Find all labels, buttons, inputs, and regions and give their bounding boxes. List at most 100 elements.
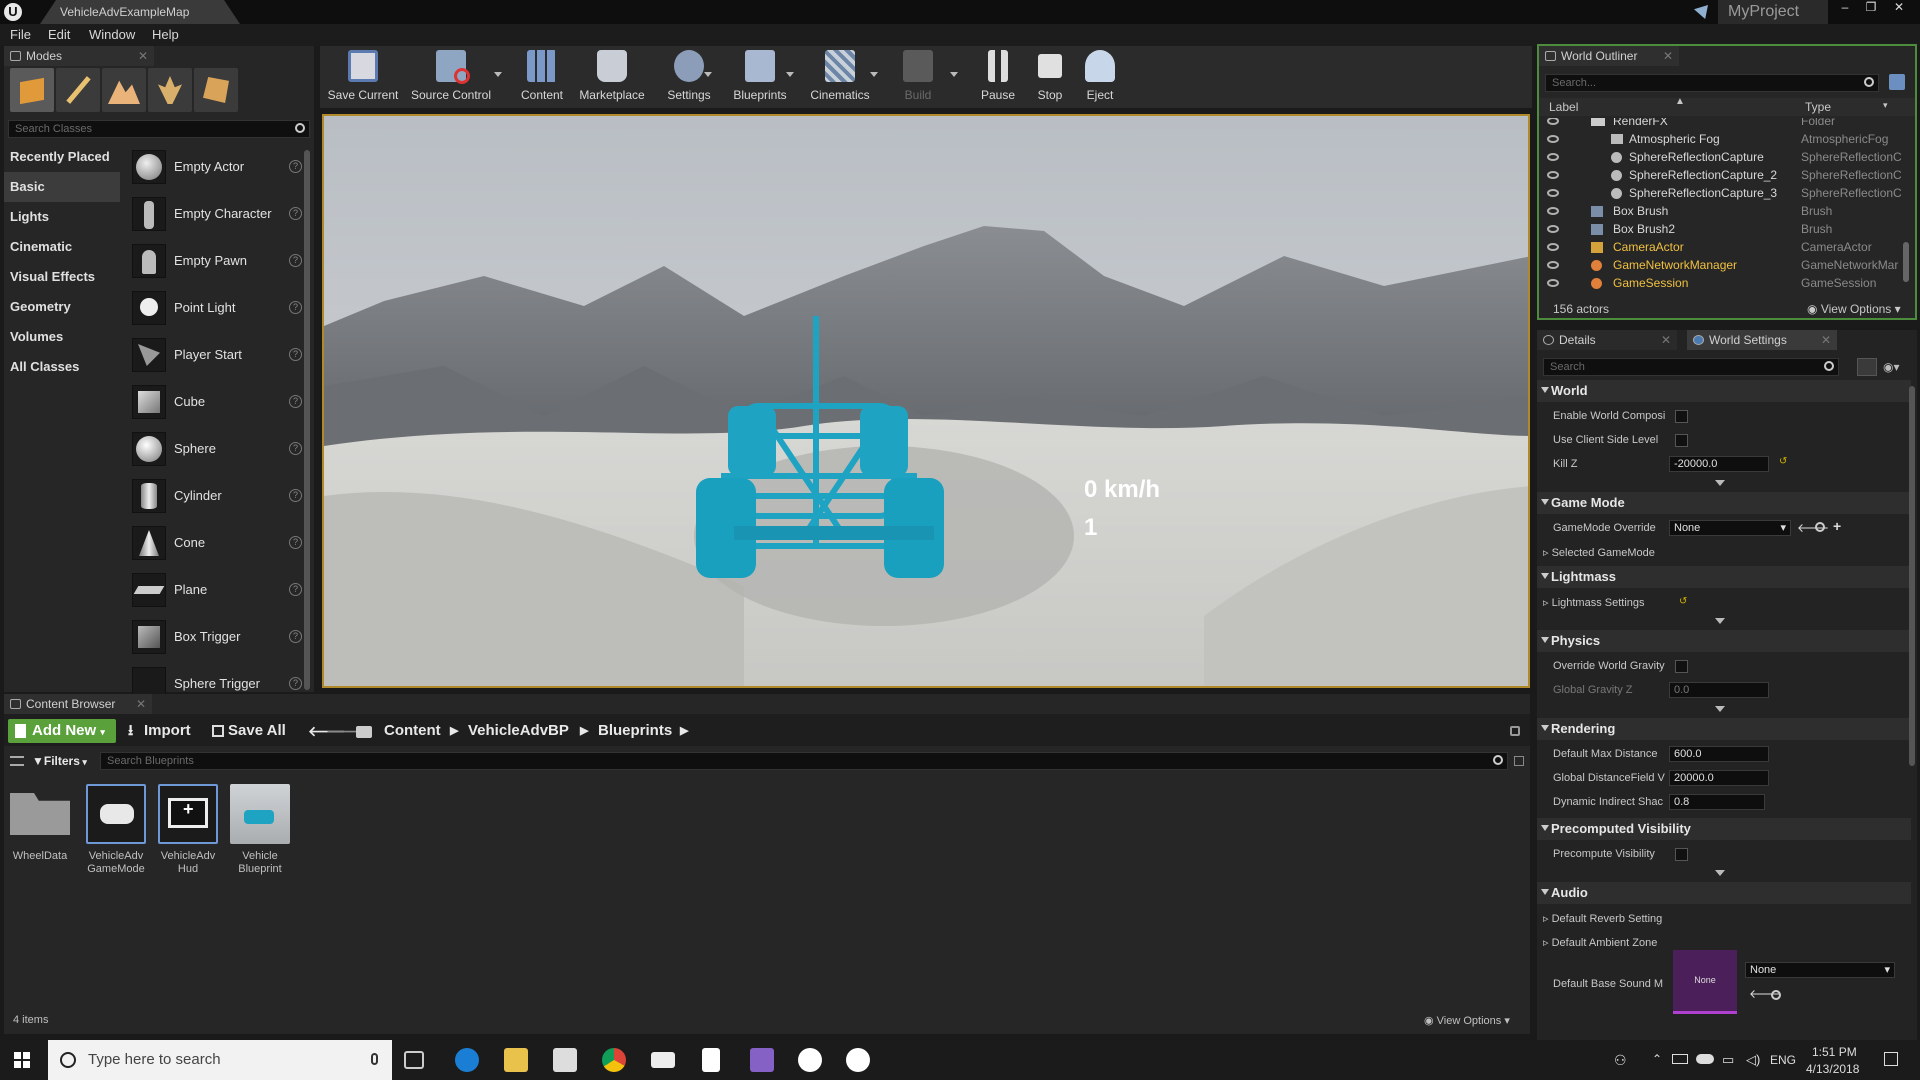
section-audio[interactable]: Audio — [1537, 882, 1911, 904]
search-blueprints-input[interactable]: Search Blueprints — [100, 752, 1508, 770]
prop-selected-gamemode[interactable]: ▹ Selected GameMode — [1543, 546, 1683, 559]
visibility-eye-icon[interactable] — [1547, 153, 1559, 161]
visibility-eye-icon[interactable] — [1547, 261, 1559, 269]
details-scrollbar[interactable] — [1909, 386, 1915, 766]
kill-z-field[interactable]: -20000.0 — [1669, 456, 1769, 472]
precompute-visibility-checkbox[interactable] — [1675, 848, 1688, 861]
menu-help[interactable]: Help — [152, 27, 179, 42]
lock-icon[interactable] — [1510, 726, 1520, 736]
placeable-scrollbar[interactable] — [304, 150, 310, 690]
breadcrumb-blueprints[interactable]: Blueprints — [598, 719, 672, 743]
help-icon[interactable]: ? — [289, 160, 302, 173]
help-icon[interactable]: ? — [289, 254, 302, 267]
tab-content-browser[interactable]: Content Browser ✕ — [4, 694, 152, 714]
stop-button[interactable]: Stop — [1028, 46, 1072, 108]
outliner-row[interactable]: SphereReflectionCapture_3 SphereReflectio… — [1539, 184, 1915, 202]
close-tab-icon[interactable]: ✕ — [1821, 330, 1831, 350]
use-client-side-level-checkbox[interactable] — [1675, 434, 1688, 447]
asset-vehicle-blueprint[interactable]: Vehicle Blueprint — [228, 784, 292, 876]
help-icon[interactable]: ? — [289, 207, 302, 220]
place-cylinder[interactable]: Cylinder? — [126, 473, 306, 520]
store-icon[interactable] — [553, 1048, 577, 1072]
asset-vehicleadv-hud[interactable]: + VehicleAdv Hud — [156, 784, 220, 876]
microphone-icon[interactable] — [371, 1053, 378, 1065]
content-button[interactable]: Content — [516, 46, 568, 108]
place-cone[interactable]: Cone? — [126, 520, 306, 567]
property-matrix-icon[interactable] — [1857, 358, 1877, 376]
place-empty-character[interactable]: Empty Character? — [126, 191, 306, 238]
visibility-eye-icon[interactable] — [1547, 118, 1559, 125]
section-lightmass[interactable]: Lightmass — [1537, 566, 1911, 588]
blueprints-dropdown-icon[interactable] — [786, 72, 794, 77]
visibility-eye-icon[interactable] — [1547, 225, 1559, 233]
cinematics-button[interactable]: Cinematics — [804, 46, 876, 108]
prop-lightmass-settings[interactable]: ▹ Lightmass Settings — [1543, 596, 1683, 609]
close-tab-icon[interactable]: ✕ — [138, 46, 148, 66]
tab-details[interactable]: Details ✕ — [1537, 330, 1677, 350]
file-explorer-icon[interactable] — [504, 1048, 528, 1072]
document-icon[interactable] — [702, 1048, 720, 1072]
outliner-row[interactable]: GameSession GameSession — [1539, 274, 1915, 292]
geometry-mode-button[interactable] — [194, 68, 238, 112]
clock-date[interactable]: 4/13/2018 — [1806, 1062, 1859, 1076]
add-icon[interactable]: + — [1833, 518, 1841, 534]
build-dropdown-icon[interactable] — [950, 72, 958, 77]
windows-start-icon[interactable] — [14, 1052, 30, 1068]
place-plane[interactable]: Plane? — [126, 567, 306, 614]
section-world[interactable]: World — [1537, 380, 1911, 402]
place-box-trigger[interactable]: Box Trigger? — [126, 614, 306, 661]
help-icon[interactable]: ? — [289, 583, 302, 596]
help-icon[interactable]: ? — [289, 489, 302, 502]
asset-vehicleadv-gamemode[interactable]: VehicleAdv GameMode — [84, 784, 148, 876]
outliner-row[interactable]: SphereReflectionCapture_2 SphereReflectio… — [1539, 166, 1915, 184]
settings-button[interactable]: Settings — [658, 46, 720, 108]
tab-modes[interactable]: Modes ✕ — [4, 46, 154, 66]
asset-wheeldata[interactable]: WheelData — [8, 784, 72, 863]
col-label-header[interactable]: Label — [1549, 100, 1578, 114]
dynamic-indirect-shadow-field[interactable]: 0.8 — [1669, 794, 1765, 810]
col-type-header[interactable]: Type — [1805, 100, 1831, 114]
outliner-row[interactable]: GameNetworkManager GameNetworkMar — [1539, 256, 1915, 274]
save-all-button[interactable]: Save All — [208, 719, 298, 743]
clock-time[interactable]: 1:51 PM — [1812, 1045, 1857, 1059]
filters-button[interactable]: ▼Filters ▾ — [32, 752, 87, 770]
visibility-eye-icon[interactable] — [1547, 207, 1559, 215]
outliner-search-input[interactable]: Search... — [1545, 74, 1879, 92]
close-tab-icon[interactable]: ✕ — [1661, 330, 1671, 350]
outliner-row[interactable]: RenderFX Folder — [1539, 118, 1915, 130]
section-precomputed-visibility[interactable]: Precomputed Visibility — [1537, 818, 1911, 840]
place-sphere[interactable]: Sphere? — [126, 426, 306, 473]
help-icon[interactable]: ? — [289, 442, 302, 455]
add-folder-icon[interactable] — [1889, 74, 1905, 90]
onedrive-cloud-icon[interactable] — [1696, 1054, 1714, 1064]
tab-world-outliner[interactable]: World Outliner ✕ — [1539, 46, 1679, 66]
details-search-input[interactable]: Search — [1543, 358, 1839, 376]
help-icon[interactable]: ? — [289, 301, 302, 314]
reset-to-default-icon[interactable]: ↺ — [1679, 596, 1687, 607]
visual-studio-icon[interactable] — [750, 1048, 774, 1072]
blueprints-button[interactable]: Blueprints — [722, 46, 798, 108]
landscape-mode-button[interactable] — [102, 68, 146, 112]
pause-button[interactable]: Pause — [974, 46, 1022, 108]
place-empty-actor[interactable]: Empty Actor? — [126, 144, 306, 191]
outliner-row[interactable]: Atmospheric Fog AtmosphericFog — [1539, 130, 1915, 148]
eject-button[interactable]: Eject — [1078, 46, 1122, 108]
advanced-expander-icon[interactable] — [1715, 706, 1725, 712]
override-world-gravity-checkbox[interactable] — [1675, 660, 1688, 673]
cinematics-dropdown-icon[interactable] — [870, 72, 878, 77]
visibility-filter-icon[interactable]: ◉▾ — [1883, 360, 1900, 374]
network-icon[interactable]: ▭ — [1722, 1052, 1734, 1068]
volume-icon[interactable]: ◁) — [1746, 1052, 1760, 1068]
enable-world-composition-checkbox[interactable] — [1675, 410, 1688, 423]
visibility-eye-icon[interactable] — [1547, 243, 1559, 251]
level-tab[interactable]: VehicleAdvExampleMap — [40, 0, 240, 24]
visibility-eye-icon[interactable] — [1547, 135, 1559, 143]
place-point-light[interactable]: Point Light? — [126, 285, 306, 332]
task-view-icon[interactable] — [404, 1051, 424, 1069]
sources-toggle-icon[interactable] — [10, 756, 24, 766]
sound-mix-thumbnail[interactable]: None — [1673, 950, 1737, 1014]
save-current-button[interactable]: Save Current — [326, 46, 400, 108]
help-icon[interactable]: ? — [289, 677, 302, 690]
show-hidden-icons-chevron[interactable]: ⌃ — [1652, 1052, 1662, 1066]
unreal-editor-icon[interactable] — [846, 1048, 870, 1072]
